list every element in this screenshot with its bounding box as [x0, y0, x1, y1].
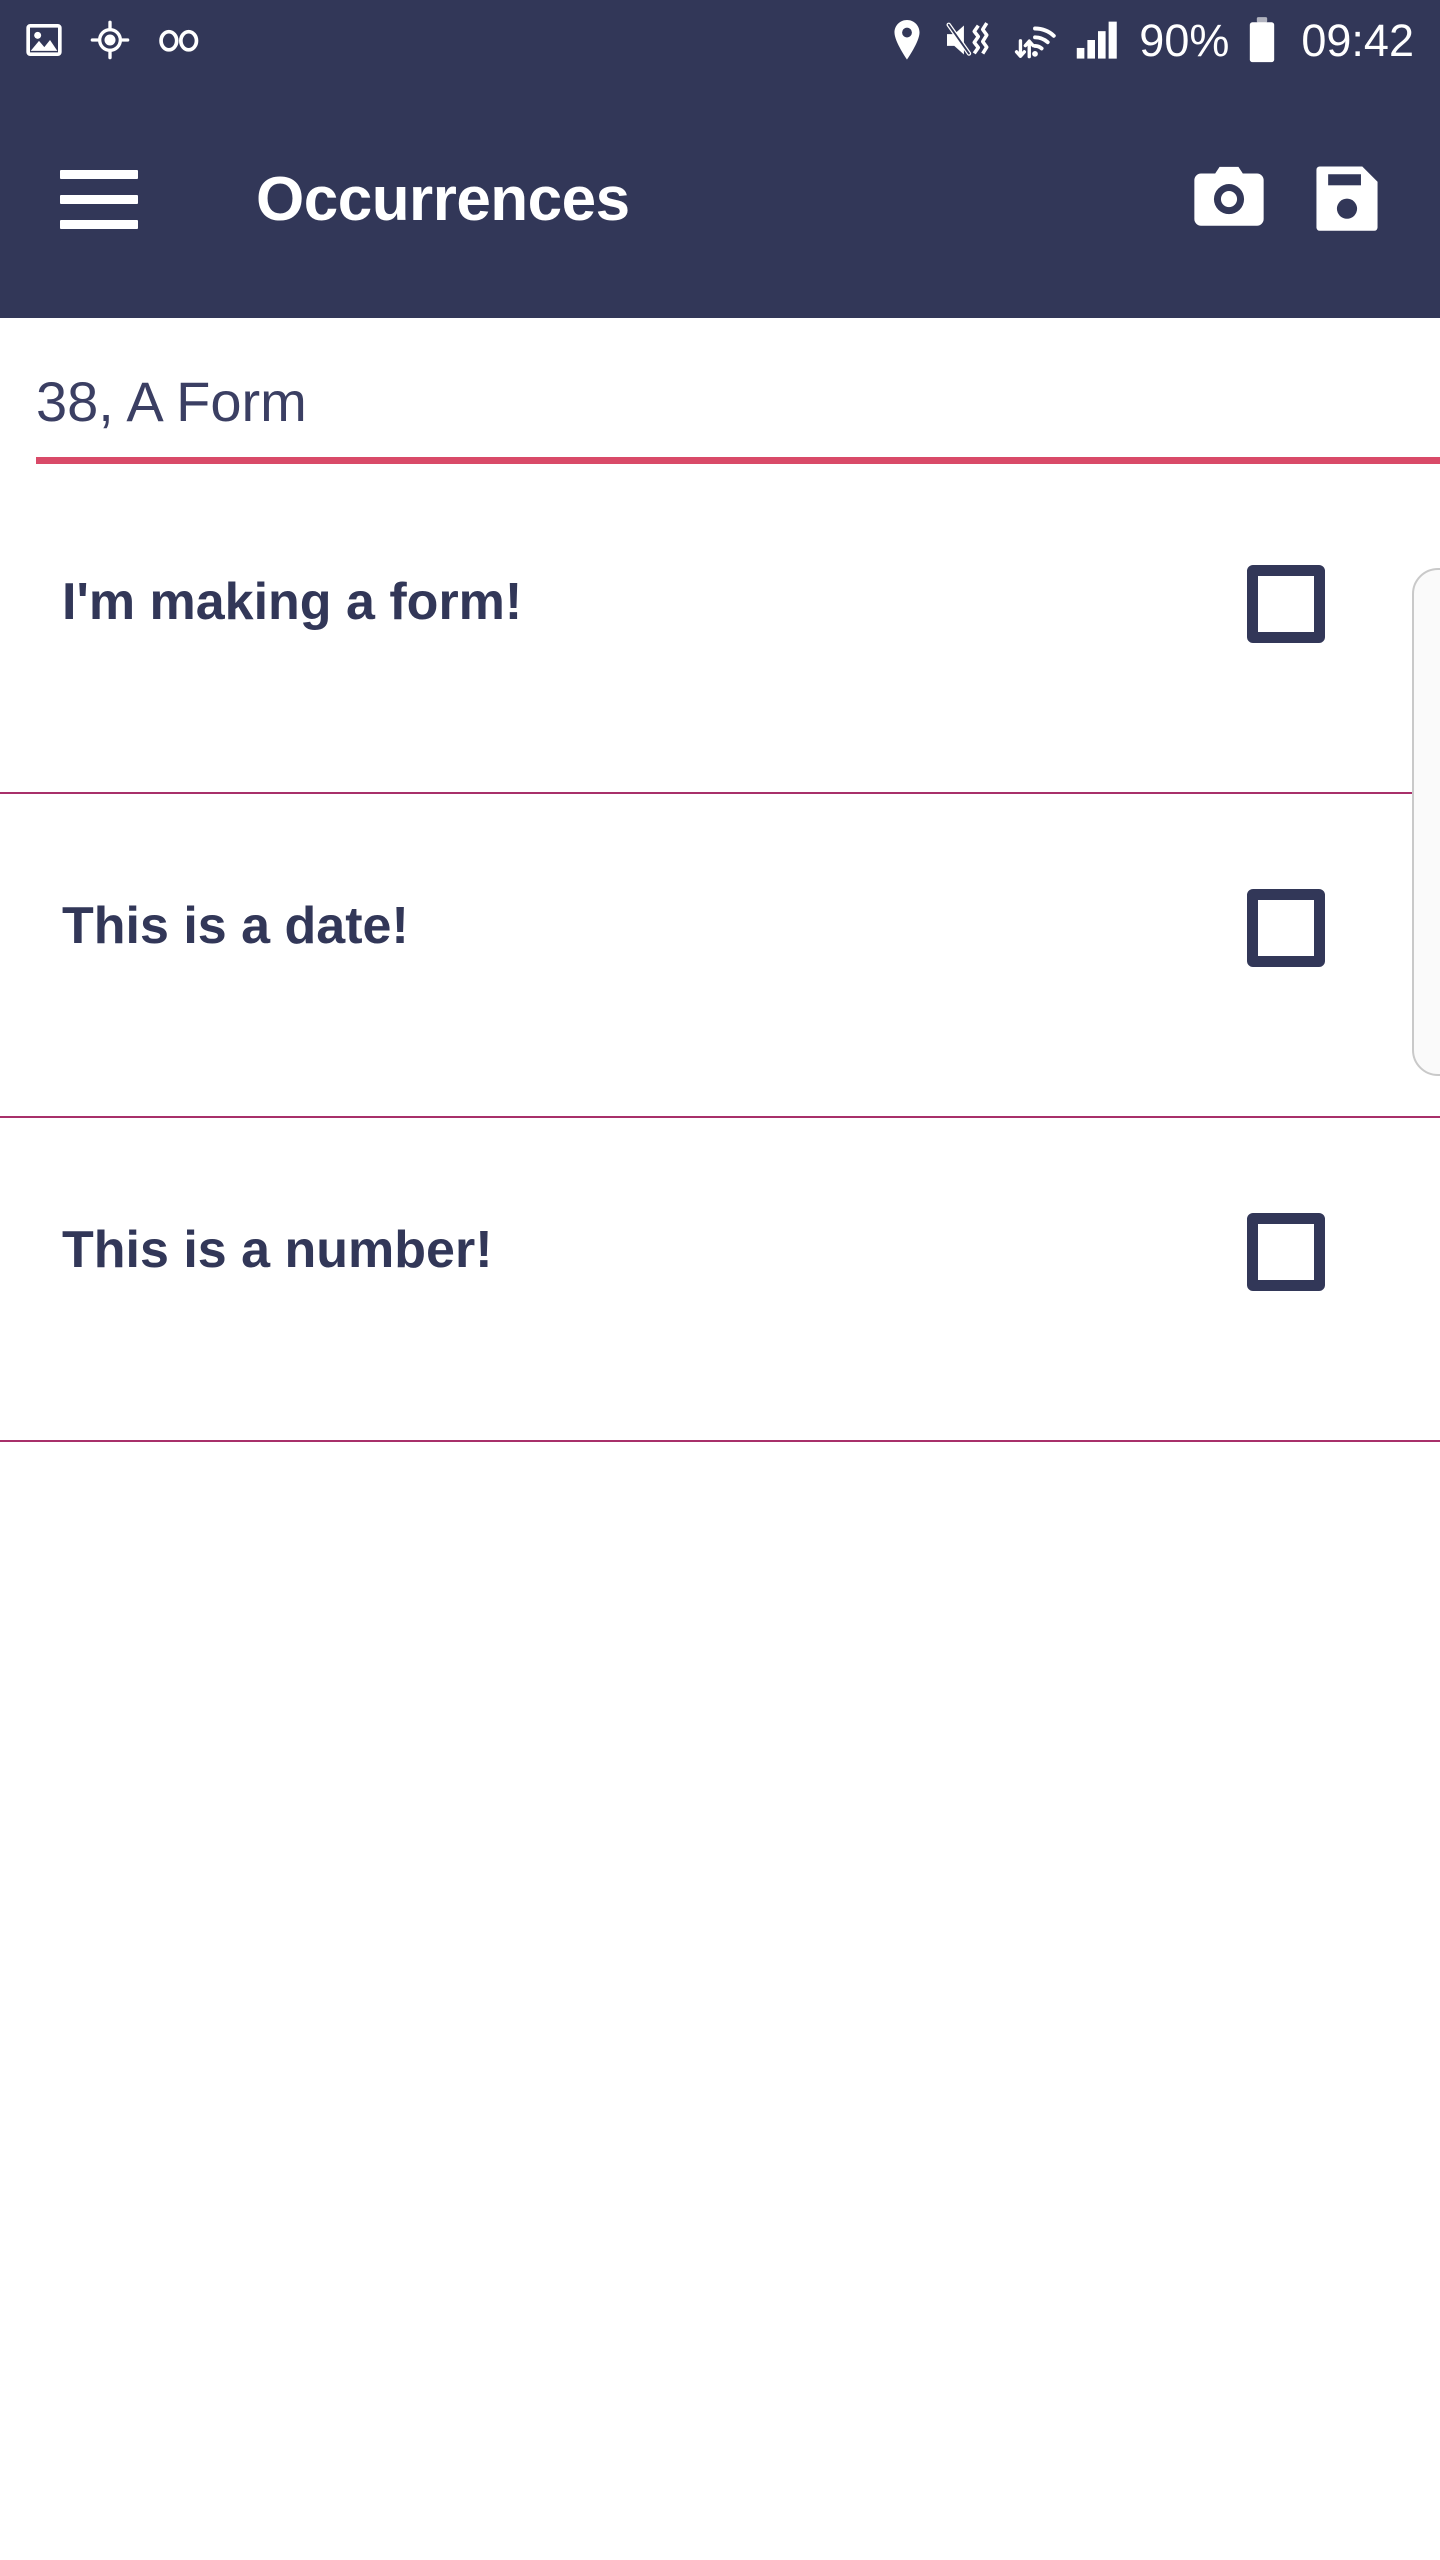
occurrence-checkbox[interactable] — [1247, 565, 1325, 643]
camera-icon — [1187, 155, 1271, 244]
status-clock: 09:42 — [1301, 14, 1414, 66]
occurrence-checkbox[interactable] — [1247, 1213, 1325, 1291]
occurrence-label: This is a date! — [62, 897, 409, 955]
form-title-underline — [36, 457, 1440, 464]
battery-full-icon — [1247, 16, 1277, 64]
wifi-data-icon — [1013, 18, 1057, 62]
floppy-disk-save-icon — [1308, 158, 1386, 241]
volume-mute-vibrate-icon — [943, 18, 995, 62]
location-pin-icon — [889, 18, 925, 62]
form-title-field[interactable]: 38, A Form — [0, 318, 1440, 470]
save-button[interactable] — [1288, 140, 1406, 258]
occurrence-label: This is a number! — [62, 1221, 493, 1279]
hamburger-menu-icon[interactable] — [60, 157, 144, 241]
menu-bar-1 — [60, 169, 138, 179]
occurrence-label: I'm making a form! — [62, 573, 523, 631]
occurrence-list: I'm making a form! This is a date! This … — [0, 470, 1440, 1442]
table-row[interactable]: This is a number! — [0, 1118, 1440, 1442]
status-bar: 90% 09:42 — [0, 0, 1440, 80]
status-bar-right-icons: 90% 09:42 — [889, 16, 1414, 64]
status-bar-left-icons — [24, 20, 202, 60]
voicemail-icon — [156, 20, 202, 60]
form-title-input[interactable]: 38, A Form — [36, 374, 307, 430]
camera-button[interactable] — [1170, 140, 1288, 258]
gps-fixed-icon — [90, 20, 130, 60]
image-icon — [24, 20, 64, 60]
app-bar: Occurrences — [0, 80, 1440, 318]
battery-percent-label: 90% — [1139, 14, 1230, 66]
menu-bar-2 — [60, 194, 138, 204]
menu-bar-3 — [60, 219, 138, 229]
occurrence-checkbox[interactable] — [1247, 889, 1325, 967]
table-row[interactable]: This is a date! — [0, 794, 1440, 1118]
vertical-scroll-panel[interactable] — [1412, 568, 1440, 1076]
page-title: Occurrences — [256, 164, 630, 234]
cellular-signal-icon — [1075, 18, 1121, 62]
table-row[interactable]: I'm making a form! — [0, 470, 1440, 794]
